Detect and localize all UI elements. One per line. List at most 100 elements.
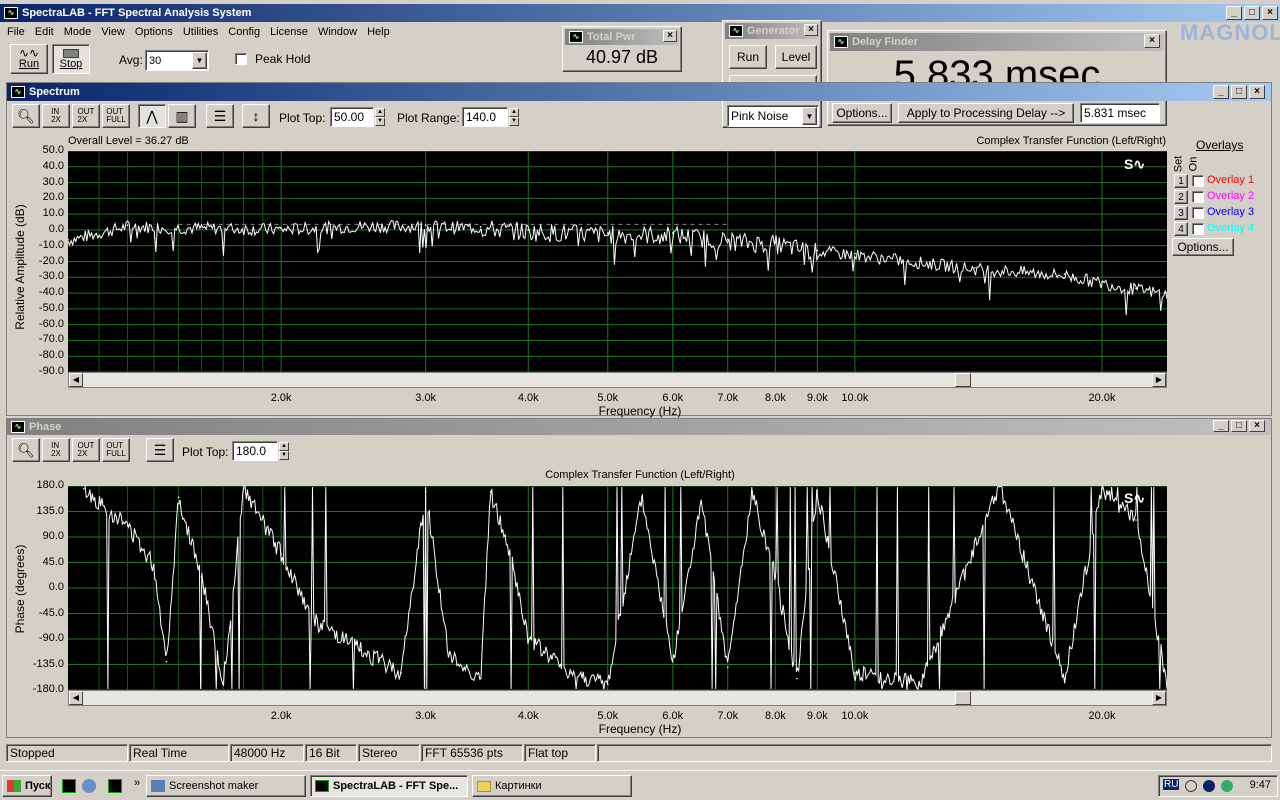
tray-network-icon[interactable] (1185, 780, 1197, 792)
close-button[interactable]: × (1262, 6, 1278, 20)
menu-config[interactable]: Config (223, 22, 265, 42)
spectrum-plot[interactable] (68, 151, 1167, 372)
peak-hold-checkbox[interactable] (235, 53, 247, 65)
generator-level-button[interactable]: Level (775, 45, 817, 69)
scroll-thumb[interactable] (955, 373, 971, 387)
task-pictures-folder[interactable]: Картинки (472, 775, 632, 797)
stop-button[interactable]: Stop (52, 44, 90, 74)
overlay-set-button[interactable]: 4 (1174, 222, 1188, 236)
overlay-set-button[interactable]: 1 (1174, 174, 1188, 188)
quick-launch-more-icon[interactable]: » (134, 777, 140, 789)
spectrum-y-tick-label: 20.0 (42, 191, 64, 204)
spectrum-scrollbar[interactable]: ◀ ▶ (68, 372, 1167, 388)
tray-app-icon[interactable] (1221, 780, 1233, 792)
chevron-down-icon[interactable]: ▼ (192, 52, 207, 69)
magnifier-icon[interactable]: 🔍︎ (12, 438, 40, 462)
overlay-set-button[interactable]: 3 (1174, 206, 1188, 220)
start-button[interactable]: Пуск (2, 775, 52, 797)
generator-run-button[interactable]: Run (729, 45, 767, 69)
settings-sheet-icon[interactable]: ☰ (206, 104, 234, 128)
phase-data-point (153, 564, 155, 567)
delay-finder-title-bar[interactable]: ∿ Delay Finder × (830, 33, 1164, 51)
close-button[interactable]: × (804, 24, 818, 36)
avg-select[interactable]: 30 ▼ (145, 50, 209, 71)
scroll-right-button[interactable]: ▶ (1152, 373, 1166, 387)
spectrum-s-logo-icon: S∿ (1124, 156, 1146, 172)
magnifier-icon[interactable]: 🔍︎ (12, 104, 40, 128)
menu-window[interactable]: Window (313, 22, 362, 42)
generator-title-bar[interactable]: ∿ Generator × (725, 23, 819, 39)
settings-sheet-icon[interactable]: ☰ (146, 438, 174, 462)
run-button[interactable]: ∿∿ Run (10, 44, 48, 74)
spectrum-title-bar[interactable]: ∿ Spectrum _ □ × (7, 83, 1271, 101)
minimize-button[interactable]: _ (1213, 85, 1229, 99)
overlay-label: Overlay 1 (1207, 174, 1255, 186)
phase-plot-top-input[interactable]: 180.0 (232, 441, 278, 461)
menu-view[interactable]: View (96, 22, 130, 42)
overlay-on-checkbox[interactable] (1192, 207, 1204, 219)
vertical-scale-icon[interactable]: ↕ (242, 104, 270, 128)
spectrum-data-point (177, 225, 180, 228)
phase-plot[interactable] (68, 486, 1167, 690)
zoom-out-2x-button[interactable]: OUT 2X (72, 104, 100, 128)
scroll-left-button[interactable]: ◀ (69, 691, 83, 705)
spectrum-data-point (1101, 281, 1103, 283)
zoom-out-2x-button[interactable]: OUT 2X (72, 438, 100, 462)
overlays-options-button[interactable]: Options... (1172, 238, 1234, 256)
main-title-bar[interactable]: ∿ SpectraLAB - FFT Spectral Analysis Sys… (0, 4, 1280, 22)
scroll-left-button[interactable]: ◀ (69, 373, 83, 387)
bar-view-icon[interactable]: ▥ (168, 104, 196, 128)
scroll-thumb[interactable] (955, 691, 971, 705)
scroll-right-button[interactable]: ▶ (1152, 691, 1166, 705)
overlay-on-checkbox[interactable] (1192, 223, 1204, 235)
phase-title-bar[interactable]: ∿ Phase _ □ × (7, 419, 1271, 435)
menu-edit[interactable]: Edit (30, 22, 59, 42)
spectrum-y-tick-label: -50.0 (38, 301, 64, 314)
close-button[interactable]: × (1249, 85, 1265, 99)
restore-button[interactable]: □ (1231, 85, 1247, 99)
spectrum-plot-range-input[interactable]: 140.0 (462, 107, 508, 127)
spectrum-x-tick-label: 10.0k (841, 392, 869, 404)
tray-speaker-icon[interactable] (1203, 780, 1215, 792)
phase-data-point (280, 553, 282, 555)
quick-launch-app-icon[interactable] (108, 779, 122, 793)
close-button[interactable]: × (1249, 420, 1265, 432)
overlay-set-button[interactable]: 2 (1174, 190, 1188, 204)
close-button[interactable]: × (663, 30, 677, 42)
zoom-out-full-button[interactable]: OUT FULL (102, 104, 130, 128)
zoom-in-2x-button[interactable]: IN 2X (42, 104, 70, 128)
total-power-title-bar[interactable]: ∿ Total Pwr × (565, 29, 679, 45)
restore-button[interactable]: □ (1231, 420, 1247, 432)
spectrum-plot-top-spinner[interactable]: ▲ ▼ (375, 108, 385, 126)
menu-utilities[interactable]: Utilities (178, 22, 223, 42)
menu-options[interactable]: Options (130, 22, 178, 42)
minimize-button[interactable]: _ (1226, 6, 1242, 20)
line-view-icon[interactable]: ⋀ (138, 104, 166, 128)
zoom-out-full-button[interactable]: OUT FULL (102, 438, 130, 462)
spectrum-data-point (479, 225, 482, 228)
overlay-on-checkbox[interactable] (1192, 175, 1204, 187)
overlay-on-checkbox[interactable] (1192, 191, 1204, 203)
maximize-button[interactable]: □ (1244, 6, 1260, 20)
overlays-on-label: On (1187, 156, 1200, 172)
phase-data-point (165, 660, 168, 663)
menu-file[interactable]: File (2, 22, 30, 42)
menu-mode[interactable]: Mode (59, 22, 97, 42)
phase-scrollbar[interactable]: ◀ ▶ (68, 690, 1167, 706)
spectrum-plot-range-spinner[interactable]: ▲ ▼ (509, 108, 519, 126)
menu-help[interactable]: Help (362, 22, 395, 42)
phase-data-point (489, 490, 492, 493)
close-button[interactable]: × (1144, 34, 1160, 48)
task-spectralab[interactable]: SpectraLAB - FFT Spe... (310, 775, 468, 797)
phase-plot-top-spinner[interactable]: ▲ ▼ (279, 442, 289, 460)
language-indicator[interactable]: RU (1163, 779, 1180, 790)
spectrum-plot-top-input[interactable]: 50.00 (330, 107, 374, 127)
spectrum-y-tick-label: -90.0 (38, 365, 64, 377)
phase-x-tick-label: 4.0k (517, 710, 539, 722)
minimize-button[interactable]: _ (1213, 420, 1229, 432)
menu-license[interactable]: License (265, 22, 313, 42)
quick-launch-globe-icon[interactable] (82, 779, 96, 793)
quick-launch-spectralab-icon[interactable] (62, 779, 76, 793)
task-screenshot-maker[interactable]: Screenshot maker (146, 775, 306, 797)
zoom-in-2x-button[interactable]: IN 2X (42, 438, 70, 462)
